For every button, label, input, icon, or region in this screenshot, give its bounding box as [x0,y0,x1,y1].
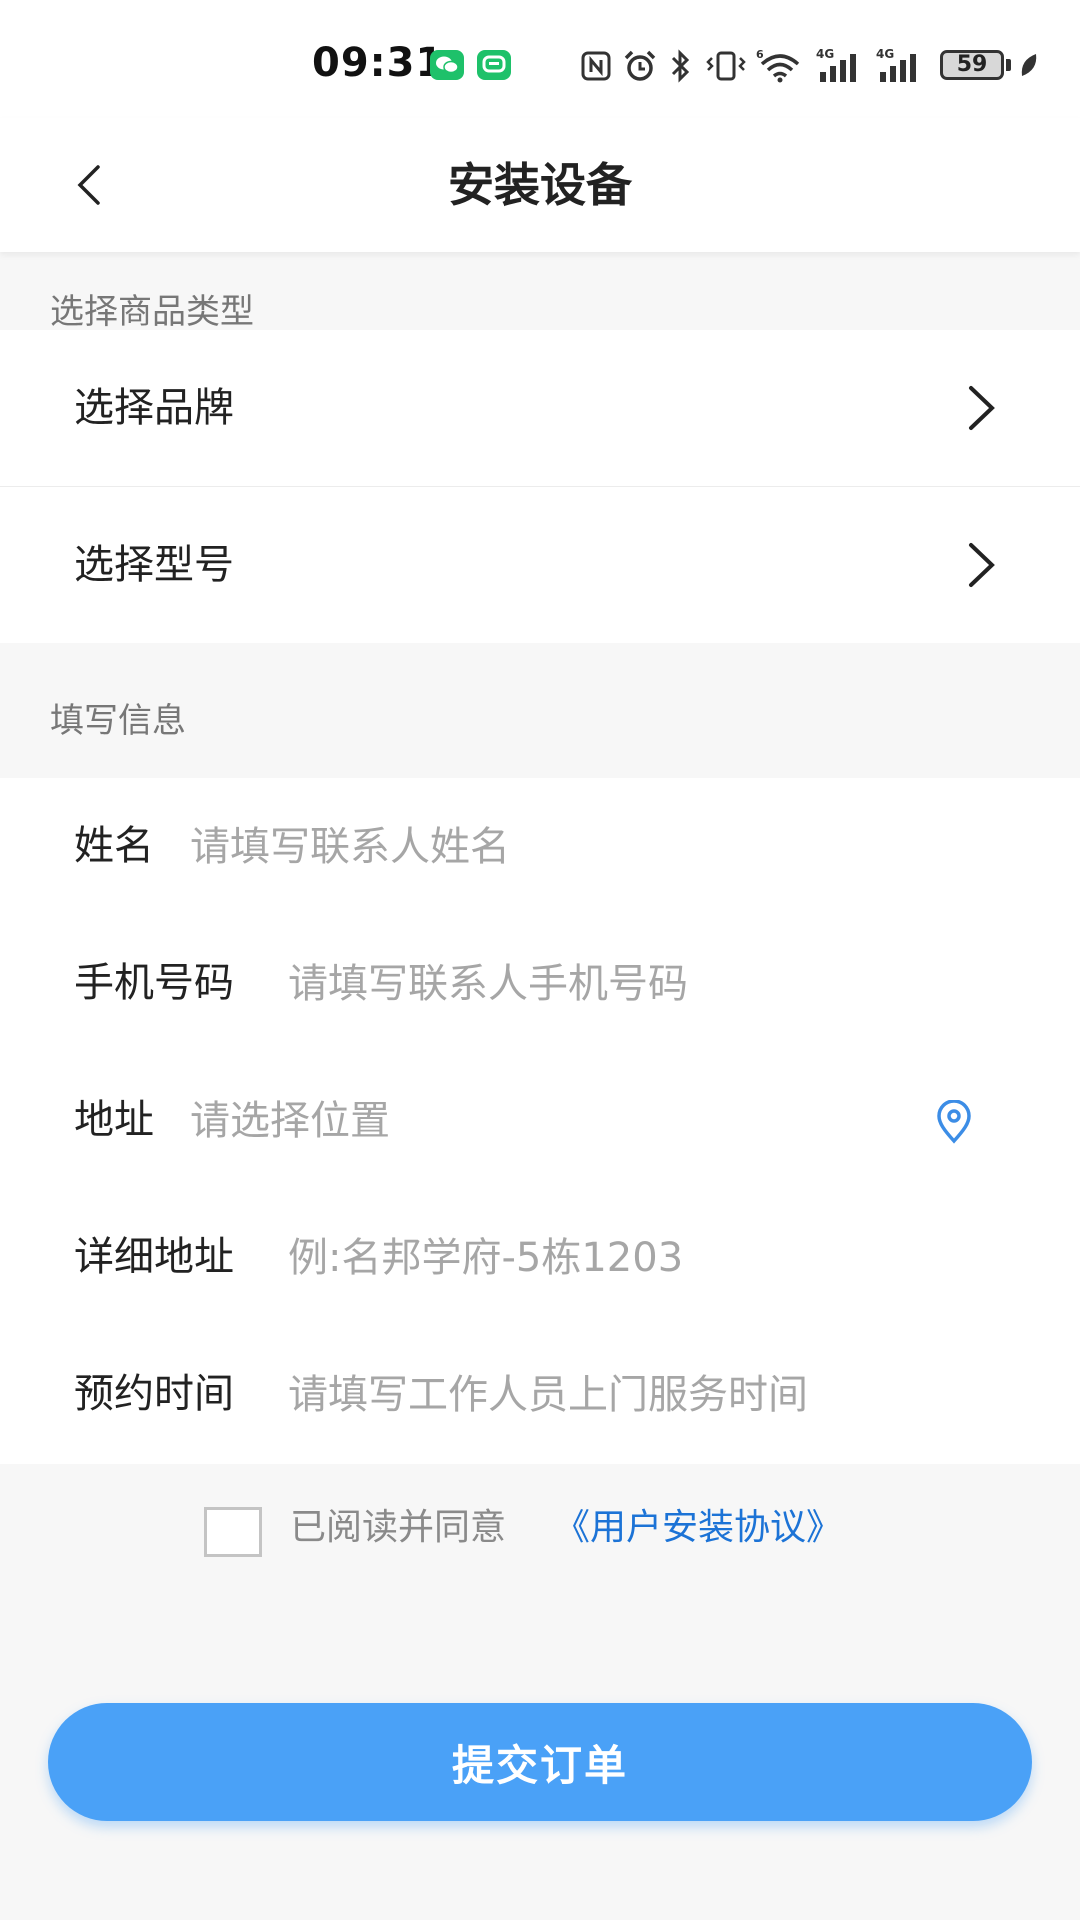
select-model-row[interactable]: 选择型号 [0,487,1080,643]
svg-text:4G: 4G [876,47,894,61]
nfc-icon [581,51,611,81]
appointment-time-label: 预约时间 [74,1371,234,1417]
battery-level: 59 [956,52,988,77]
signal-4g-icon: 4G [816,47,856,82]
section-label-product-type: 选择商品类型 [50,292,254,332]
svg-text:4G: 4G [816,47,834,61]
select-brand-row[interactable]: 选择品牌 [0,330,1080,486]
agreement-text: 已阅读并同意 [290,1507,507,1548]
svg-text:6: 6 [756,48,764,61]
wifi-icon: 6 [756,48,800,83]
section-label-info: 填写信息 [50,701,186,741]
bluetooth-icon [671,49,690,83]
detail-address-row: 详细地址 [0,1189,1080,1326]
select-brand-label: 选择品牌 [74,385,234,431]
leaf-icon [1021,54,1037,76]
location-pin-icon[interactable] [934,1100,974,1144]
status-bar: 09:31 6 4G 4G 59 [0,0,1080,118]
screen: 09:31 6 4G 4G 59 安装设备 选择商品类型 选择品牌 选择型号 填… [0,0,1080,1920]
phone-input[interactable] [288,949,1008,1019]
submit-order-button[interactable]: 提交订单 [48,1703,1032,1821]
name-input[interactable] [190,812,990,882]
phone-label: 手机号码 [74,960,234,1006]
chevron-right-icon [969,543,995,587]
address-label: 地址 [74,1097,154,1143]
agreement-row: 已阅读并同意 《用户安装协议》 [0,1500,1080,1570]
address-row: 地址 [0,1052,1080,1189]
info-form: 姓名 手机号码 地址 详细地址 预约时间 [0,778,1080,1464]
name-label: 姓名 [74,823,154,869]
alarm-icon [624,50,656,81]
signal-4g-icon: 4G [876,47,916,82]
address-input[interactable] [190,1086,910,1156]
detail-address-label: 详细地址 [74,1234,234,1280]
battery-tip [1006,59,1011,71]
detail-address-input[interactable] [288,1223,1008,1293]
select-model-label: 选择型号 [74,542,234,588]
name-row: 姓名 [0,778,1080,915]
battery-icon: 59 [940,50,1004,80]
status-time: 09:31 [312,40,445,86]
appointment-time-input[interactable] [288,1360,1048,1430]
page-title: 安装设备 [448,158,632,212]
vibrate-icon [706,51,746,81]
back-button[interactable] [60,148,130,222]
app-header: 安装设备 [0,118,1080,252]
agreement-checkbox[interactable] [204,1507,262,1557]
appointment-time-row: 预约时间 [0,1326,1080,1463]
agreement-link[interactable]: 《用户安装协议》 [554,1500,842,1556]
chevron-left-icon [77,165,100,205]
phone-row: 手机号码 [0,915,1080,1052]
message-icon [477,50,511,80]
chevron-right-icon [969,386,995,430]
wechat-icon [430,50,464,80]
